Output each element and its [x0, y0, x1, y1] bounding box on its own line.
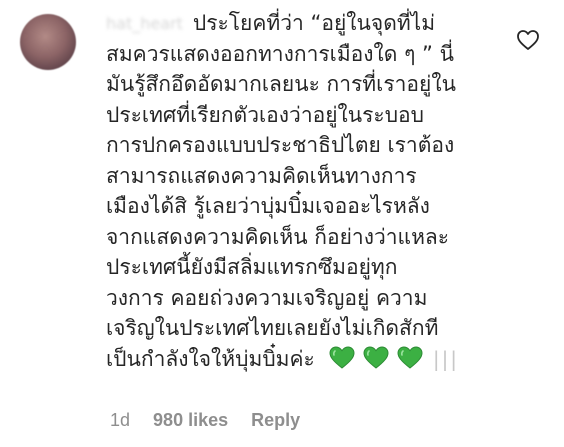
comment-line: จากแสดงความคิดเห็น ก็อย่างว่าแหละ: [106, 224, 450, 249]
comment-line: hat_heart ประโยคที่ว่า “อยู่ในจุดที่ไม่: [106, 8, 516, 39]
comment-line: สามารถแสดงความคิดเห็นทางการ: [106, 163, 417, 188]
comment-line: การปกครองแบบประชาธิปไตย เราต้อง: [106, 133, 455, 157]
comment-text: ประโยคที่ว่า “อยู่ในจุดที่ไม่: [192, 11, 436, 35]
avatar[interactable]: [20, 14, 76, 70]
comment-line: วงการ คอยถ่วงความเจริญอยู่ ความ: [106, 285, 428, 310]
comment-line: เป็นกำลังใจให้บุ่มบิ๋มค่ะ |||: [106, 344, 516, 375]
trailing-mark: |||: [432, 346, 460, 371]
green-heart-icon: [397, 345, 423, 370]
green-heart-icon: [329, 345, 355, 370]
comment-body: hat_heart ประโยคที่ว่า “อยู่ในจุดที่ไม่ ส…: [106, 8, 516, 374]
comment-line: เจริญในประเทศไทยเลยยังไม่เกิดสักที: [106, 316, 439, 340]
reply-button[interactable]: Reply: [251, 410, 300, 430]
comment-time[interactable]: 1d: [110, 410, 130, 430]
username[interactable]: hat_heart: [106, 9, 183, 40]
likes-count[interactable]: 980 likes: [153, 410, 228, 430]
comment-line: ประเทศนี้ยังมีสลิ่มแทรกซึมอยู่ทุก: [106, 255, 398, 279]
comment: hat_heart ประโยคที่ว่า “อยู่ในจุดที่ไม่ ส…: [0, 0, 564, 447]
comment-line: เมืองได้สิ รู้เลยว่าบุ่มบิ๋มเจออะไรหลัง: [106, 194, 430, 218]
comment-line: ประเทศที่เรียกตัวเองว่าอยู่ในระบอบ: [106, 102, 424, 127]
emoji-row: [329, 345, 423, 370]
comment-line: สมควรแสดงออกทางการเมืองใด ๆ ” นี่: [106, 41, 454, 66]
comment-text: เป็นกำลังใจให้บุ่มบิ๋มค่ะ: [106, 346, 315, 371]
comment-line: มันรู้สึกอึดอัดมากเลยนะ การที่เราอยู่ใน: [106, 72, 456, 96]
green-heart-icon: [363, 345, 389, 370]
heart-outline-icon[interactable]: [516, 29, 540, 51]
comment-meta: 1d 980 likes Reply: [110, 410, 318, 431]
